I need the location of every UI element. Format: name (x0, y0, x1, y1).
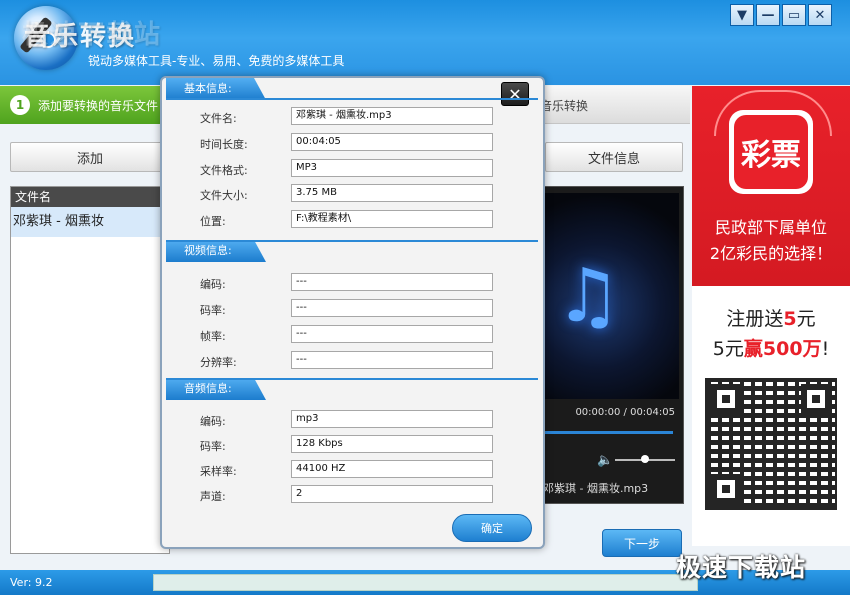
minimize-button[interactable]: — (756, 4, 780, 26)
lottery-logo: 彩票 (729, 110, 813, 194)
field-label: 位置: (200, 215, 226, 228)
field-label: 帧率: (200, 330, 226, 343)
format-field[interactable]: MP3 (291, 159, 493, 177)
seek-bar[interactable] (541, 431, 673, 434)
ad-line-1: 民政部下属单位 (714, 218, 827, 237)
music-note-icon: ♫ (555, 253, 622, 339)
title-overlay-watermark: 极速下载站 (22, 20, 163, 50)
status-progress-bar (153, 574, 698, 591)
list-item[interactable]: 邓紫琪 - 烟熏妆 (11, 207, 169, 237)
framerate-field[interactable]: --- (291, 325, 493, 343)
audio-bitrate-field[interactable]: 128 Kbps (291, 435, 493, 453)
field-label: 时间长度: (200, 138, 248, 151)
lottery-logo-text: 彩票 (734, 115, 808, 189)
basic-info-tab: 基本信息: (166, 78, 266, 100)
volume-slider-thumb[interactable] (641, 455, 649, 463)
ad-top-section: 彩票 民政部下属单位 2亿彩民的选择！ (692, 86, 850, 286)
field-label: 分辨率: (200, 356, 237, 369)
field-label: 文件格式: (200, 164, 248, 177)
audio-codec-field[interactable]: mp3 (291, 410, 493, 428)
video-info-tab: 视频信息: (166, 240, 266, 262)
app-window: 音乐转换 极速下载站 锐动多媒体工具-专业、易用、免费的多媒体工具 ▼ — ▭ … (0, 0, 850, 595)
field-label: 文件名: (200, 112, 237, 125)
qr-code-icon (705, 378, 837, 510)
ad-line-2: 2亿彩民的选择！ (709, 244, 833, 263)
video-bitrate-field[interactable]: --- (291, 299, 493, 317)
ad-promo-2: 5元赢500万! (712, 338, 830, 360)
close-icon[interactable]: ✕ (501, 82, 529, 106)
media-player: ♫ 00:00:00 / 00:04:05 🔈 邓紫琪 - 烟熏妆.mp3 (540, 186, 684, 504)
ad-promo-1: 注册送5元 (726, 308, 816, 330)
next-step-button[interactable]: 下一步 (602, 529, 682, 557)
field-label: 文件大小: (200, 189, 248, 202)
file-list-header[interactable]: 文件名 (11, 187, 169, 207)
site-watermark: 极速下载站 (676, 553, 807, 582)
file-info-dialog: ✕ 基本信息: 文件名: 邓紫琪 - 烟熏妆.mp3 时间长度: 00:04:0… (160, 76, 545, 549)
close-window-button[interactable]: ✕ (808, 4, 832, 26)
player-filename: 邓紫琪 - 烟熏妆.mp3 (543, 482, 649, 495)
samplerate-field[interactable]: 44100 HZ (291, 460, 493, 478)
field-label: 码率: (200, 440, 226, 453)
audio-info-tab: 音频信息: (166, 378, 266, 400)
step-3-label[interactable]: 音乐转换 (540, 97, 588, 114)
version-label: Ver: 9.2 (10, 576, 53, 589)
add-button[interactable]: 添加 (10, 142, 170, 172)
file-list[interactable]: 文件名 邓紫琪 - 烟熏妆 (10, 186, 170, 554)
maximize-button[interactable]: ▭ (782, 4, 806, 26)
ok-button[interactable]: 确定 (452, 514, 532, 542)
channels-field[interactable]: 2 (291, 485, 493, 503)
field-label: 采样率: (200, 465, 237, 478)
section-divider (166, 240, 538, 242)
time-readout: 00:00:00 / 00:04:05 (575, 407, 675, 418)
menu-button[interactable]: ▼ (730, 4, 754, 26)
file-info-button[interactable]: 文件信息 (545, 142, 683, 172)
duration-field[interactable]: 00:04:05 (291, 133, 493, 151)
ad-banner[interactable]: 彩票 民政部下属单位 2亿彩民的选择！ 注册送5元 5元赢500万! (692, 86, 850, 546)
field-label: 编码: (200, 415, 226, 428)
video-codec-field[interactable]: --- (291, 273, 493, 291)
resolution-field[interactable]: --- (291, 351, 493, 369)
app-subtitle: 锐动多媒体工具-专业、易用、免费的多媒体工具 (88, 54, 345, 68)
section-divider (166, 378, 538, 380)
step-1-number: 1 (10, 95, 30, 115)
window-controls: ▼ — ▭ ✕ (730, 4, 832, 26)
location-field[interactable]: F:\教程素材\ (291, 210, 493, 228)
field-label: 码率: (200, 304, 226, 317)
title-bar: 音乐转换 极速下载站 锐动多媒体工具-专业、易用、免费的多媒体工具 ▼ — ▭ … (0, 0, 850, 85)
field-label: 编码: (200, 278, 226, 291)
section-divider (166, 98, 538, 100)
filename-field[interactable]: 邓紫琪 - 烟熏妆.mp3 (291, 107, 493, 125)
step-1-label: 添加要转换的音乐文件 (38, 99, 159, 113)
video-preview: ♫ (545, 193, 679, 399)
filesize-field[interactable]: 3.75 MB (291, 184, 493, 202)
volume-icon[interactable]: 🔈 (597, 453, 613, 468)
step-1[interactable]: 1 添加要转换的音乐文件 (0, 86, 175, 124)
field-label: 声道: (200, 490, 226, 503)
